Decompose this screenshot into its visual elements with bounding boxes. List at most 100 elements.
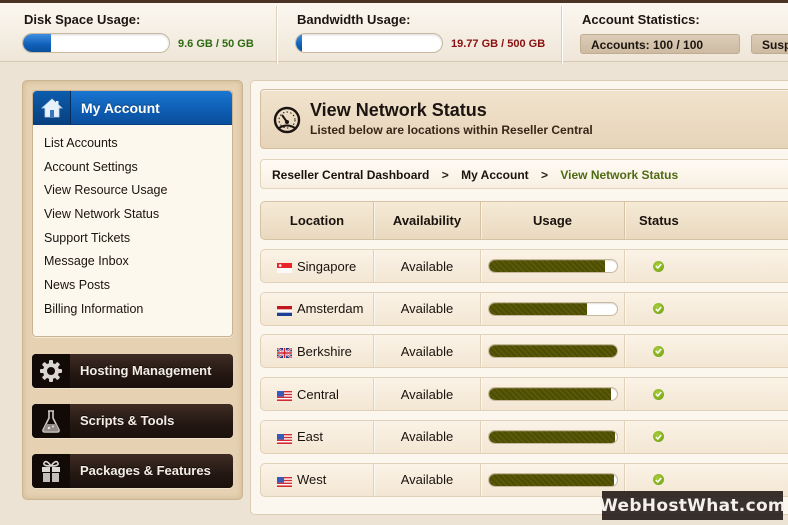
gift-icon (32, 454, 70, 488)
breadcrumb-separator: > (541, 168, 549, 182)
singapore-flag-icon (277, 261, 292, 273)
check-circle-icon (653, 388, 664, 400)
breadcrumb-separator: > (441, 168, 449, 182)
disk-usage-title: Disk Space Usage: (24, 12, 141, 27)
table-row[interactable]: Amsterdam Available (260, 291, 788, 326)
table-row[interactable]: East Available (260, 419, 788, 454)
breadcrumb: Reseller Central Dashboard > My Account … (260, 159, 788, 189)
usage-bar (487, 387, 618, 402)
availability-cell: Available (374, 378, 481, 411)
usage-cell (481, 420, 625, 453)
sidebar-section-hosting-management[interactable]: Hosting Management (32, 354, 233, 388)
table-row[interactable]: Berkshire Available (260, 334, 788, 369)
us-flag-icon (277, 389, 292, 402)
usage-bar (487, 472, 618, 487)
sidebar-item-message-inbox[interactable]: Message Inbox (44, 253, 167, 277)
usage-bar-fill (488, 302, 588, 315)
main-panel: View Network Status Listed below are loc… (250, 80, 788, 515)
accounts-count-badge: Accounts: 100 / 100 (580, 34, 740, 54)
usage-bar (487, 429, 618, 444)
sidebar-section-label: Scripts & Tools (80, 413, 175, 428)
disk-usage-value: 9.6 GB / 50 GB (178, 38, 254, 50)
bandwidth-usage-stat: Bandwidth Usage: (297, 12, 410, 27)
divider (276, 6, 277, 64)
location-cell: Central (261, 378, 374, 411)
breadcrumb-my-account-link[interactable]: My Account (461, 168, 529, 182)
availability-cell: Available (374, 250, 481, 282)
sidebar-item-news-posts[interactable]: News Posts (44, 277, 167, 301)
sidebar-section-label: Packages & Features (80, 463, 211, 478)
sidebar-section-scripts-tools[interactable]: Scripts & Tools (32, 404, 233, 438)
status-cell (625, 378, 788, 410)
uk-flag-icon (276, 346, 293, 360)
us-flag-icon (277, 475, 292, 487)
location-name: Central (297, 386, 339, 402)
location-name: Berkshire (297, 343, 352, 359)
usage-bar (487, 301, 618, 316)
sidebar-item-view-network-status[interactable]: View Network Status (44, 206, 167, 230)
sidebar-section-my-account[interactable]: My Account (33, 91, 232, 125)
disk-usage-meter-fill (23, 34, 52, 52)
stats-bar: Disk Space Usage: 9.6 GB / 50 GB Bandwid… (0, 0, 788, 64)
column-header-location: Location (261, 202, 374, 239)
netherlands-flag-icon (277, 304, 292, 316)
status-cell (625, 250, 788, 282)
availability-cell: Available (374, 292, 481, 325)
usage-cell (481, 250, 625, 282)
sidebar: My Account List Accounts Account Setting… (22, 80, 243, 500)
location-cell: Amsterdam (261, 292, 374, 325)
sidebar-menu-list: List Accounts Account Settings View Reso… (44, 135, 167, 325)
account-statistics-stat: Account Statistics: (582, 12, 700, 27)
home-icon (33, 91, 71, 125)
check-circle-icon (653, 345, 664, 357)
usage-bar-fill (488, 345, 617, 358)
table-row[interactable]: Singapore Available (260, 249, 788, 283)
page-title: View Network Status (310, 100, 487, 120)
account-statistics-title: Account Statistics: (582, 12, 700, 27)
sidebar-item-support-tickets[interactable]: Support Tickets (44, 230, 167, 254)
divider (561, 6, 562, 64)
sidebar-section-packages-features[interactable]: Packages & Features (32, 454, 233, 488)
us-flag-icon (277, 432, 292, 444)
usage-bar-fill (488, 388, 612, 401)
status-cell (625, 421, 788, 453)
disk-usage-meter (22, 33, 170, 53)
check-circle-icon (653, 303, 664, 315)
sidebar-section-label: Hosting Management (80, 363, 212, 378)
location-name: Singapore (297, 258, 357, 274)
watermark: WebHostWhat.com (599, 491, 786, 520)
status-cell (625, 335, 788, 367)
bandwidth-usage-title: Bandwidth Usage: (297, 12, 411, 27)
usage-bar-fill (488, 473, 614, 486)
disk-usage-stat: Disk Space Usage: (24, 12, 140, 27)
bandwidth-usage-meter (295, 33, 443, 53)
usage-bar-fill (488, 430, 616, 443)
sidebar-item-list-accounts[interactable]: List Accounts (44, 135, 167, 159)
check-circle-icon (653, 260, 664, 272)
location-cell: West (261, 463, 374, 496)
gear-icon (32, 354, 70, 388)
breadcrumb-dashboard-link[interactable]: Reseller Central Dashboard (272, 168, 429, 182)
page-subtitle: Listed below are locations within Resell… (310, 123, 593, 137)
column-header-usage: Usage (481, 202, 625, 239)
bandwidth-usage-value: 19.77 GB / 500 GB (451, 38, 546, 50)
breadcrumb-current: View Network Status (560, 168, 679, 182)
table-row[interactable]: Central Available (260, 377, 788, 412)
usage-cell (481, 378, 625, 411)
usage-bar (487, 259, 618, 273)
my-account-menu: My Account List Accounts Account Setting… (32, 90, 233, 337)
usage-cell (481, 335, 625, 368)
suspended-count-badge: Susp (751, 34, 788, 54)
check-circle-icon (653, 431, 664, 443)
flask-icon (32, 404, 70, 438)
sidebar-section-label: My Account (81, 100, 160, 116)
usage-bar-fill (488, 260, 605, 272)
location-name: Amsterdam (297, 301, 364, 317)
sidebar-item-view-resource-usage[interactable]: View Resource Usage (44, 182, 167, 206)
status-cell (625, 293, 788, 325)
availability-cell: Available (374, 463, 481, 496)
sidebar-item-billing-information[interactable]: Billing Information (44, 301, 167, 325)
location-cell: East (261, 420, 374, 453)
column-header-availability: Availability (374, 202, 481, 239)
sidebar-item-account-settings[interactable]: Account Settings (44, 159, 167, 183)
